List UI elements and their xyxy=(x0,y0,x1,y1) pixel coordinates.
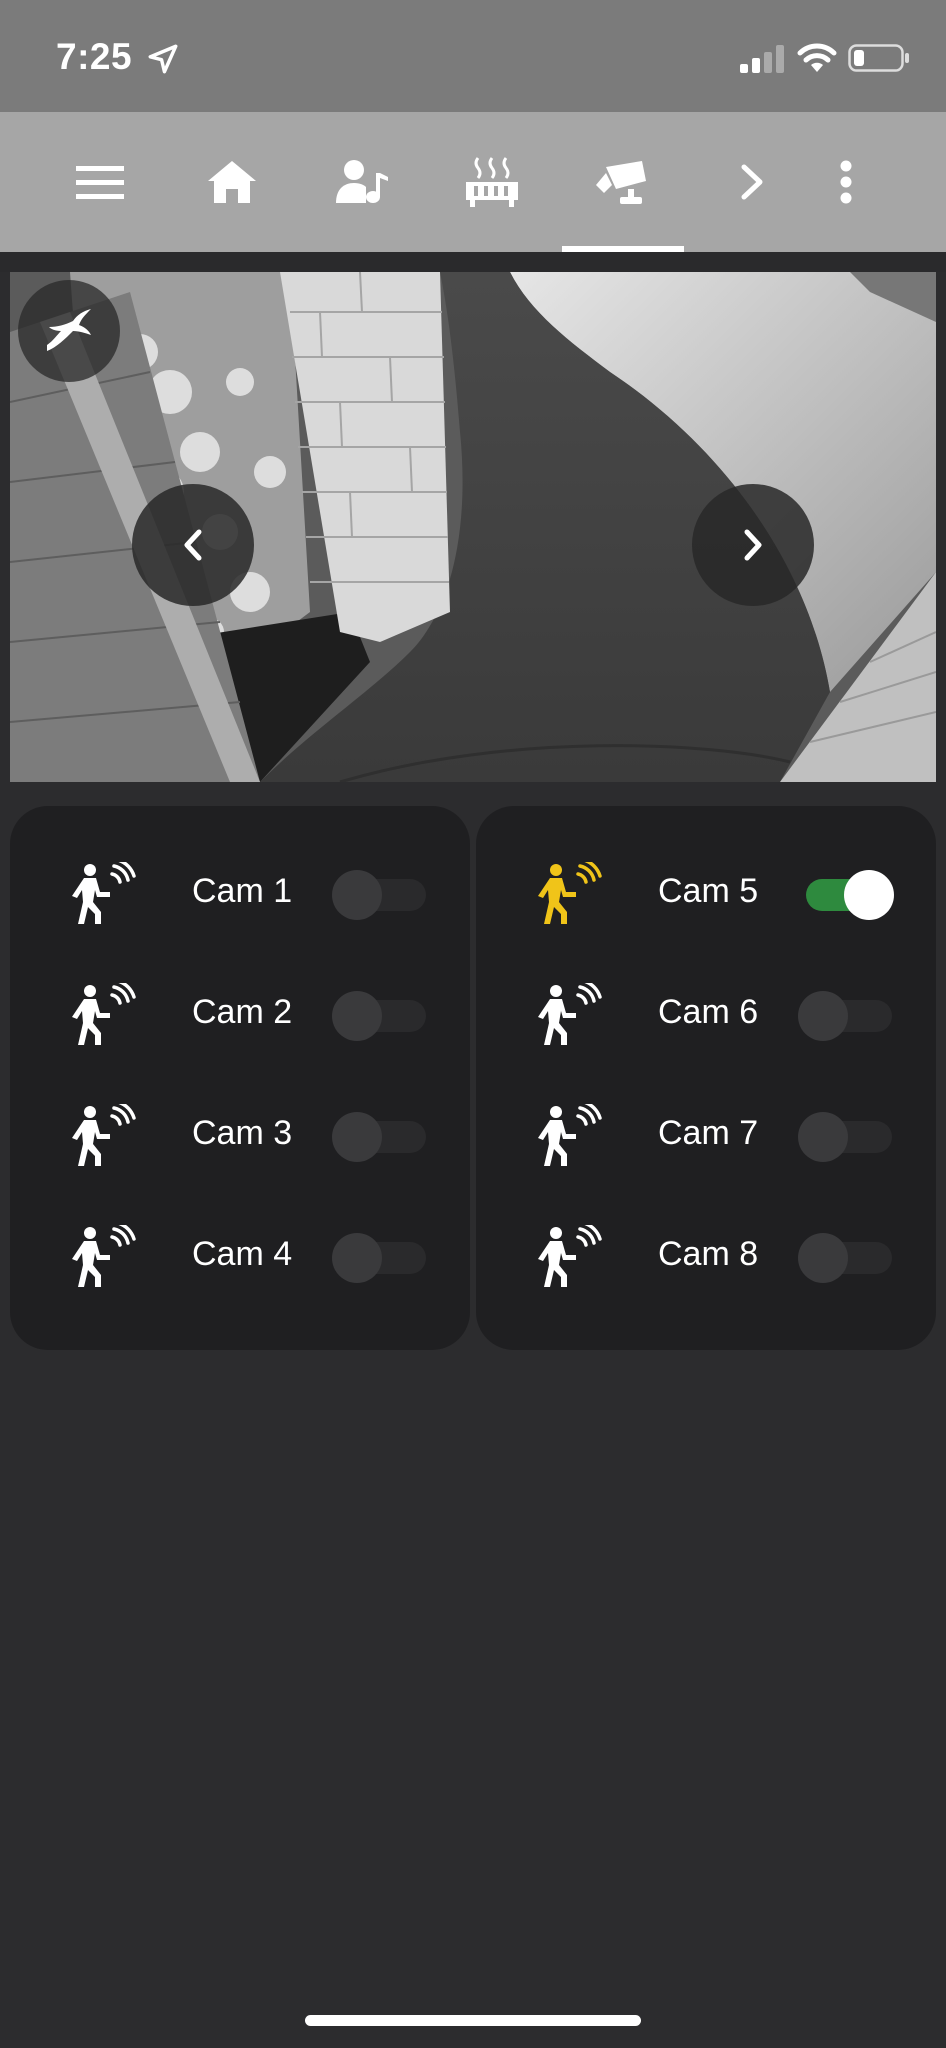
camera-label: Cam 4 xyxy=(192,1235,293,1273)
toggle-knob xyxy=(798,991,848,1041)
camera-logo-button[interactable] xyxy=(18,280,120,382)
more-options-button[interactable] xyxy=(786,112,906,252)
camera-toggle[interactable] xyxy=(332,1112,428,1162)
menu-icon xyxy=(76,166,124,199)
motion-sensor-icon xyxy=(538,862,602,924)
camera-row: Cam 8 xyxy=(476,1195,936,1315)
radiator-icon xyxy=(466,157,518,207)
cellular-signal-icon xyxy=(740,45,784,73)
media-tab[interactable] xyxy=(302,112,422,252)
motion-sensor-icon xyxy=(72,1104,136,1166)
camera-row: Cam 1 xyxy=(10,832,470,952)
camera-toggle[interactable] xyxy=(798,991,894,1041)
camera-toggle[interactable] xyxy=(798,1112,894,1162)
camera-row: Cam 7 xyxy=(476,1074,936,1194)
motion-sensor-icon xyxy=(538,1225,602,1287)
camera-toggle[interactable] xyxy=(332,870,428,920)
home-indicator xyxy=(305,2015,641,2026)
toggle-knob xyxy=(798,1112,848,1162)
chevron-right-icon xyxy=(741,164,763,200)
logo-icon xyxy=(47,309,91,351)
toggle-knob xyxy=(332,1233,382,1283)
camera-label: Cam 5 xyxy=(658,872,759,910)
home-tab[interactable] xyxy=(172,112,292,252)
motion-sensor-icon xyxy=(72,862,136,924)
chevron-right-icon xyxy=(744,529,762,561)
toggle-knob xyxy=(332,991,382,1041)
toggle-knob xyxy=(332,1112,382,1162)
camera-toggle[interactable] xyxy=(798,870,894,920)
motion-sensor-icon xyxy=(72,983,136,1045)
camera-row: Cam 3 xyxy=(10,1074,470,1194)
user-music-icon xyxy=(336,160,388,203)
security-camera-icon xyxy=(596,161,646,204)
camera-toggle[interactable] xyxy=(798,1233,894,1283)
toggle-knob xyxy=(844,870,894,920)
wifi-icon xyxy=(797,43,837,72)
toggle-knob xyxy=(798,1233,848,1283)
status-time: 7:25 xyxy=(56,36,133,77)
camera-row: Cam 2 xyxy=(10,953,470,1073)
camera-row: Cam 4 xyxy=(10,1195,470,1315)
location-arrow-icon xyxy=(148,44,178,74)
previous-camera-button[interactable] xyxy=(132,484,254,606)
battery-icon xyxy=(848,44,909,72)
home-icon xyxy=(208,161,256,203)
camera-row: Cam 6 xyxy=(476,953,936,1073)
camera-toggle[interactable] xyxy=(332,991,428,1041)
motion-sensor-icon xyxy=(538,1104,602,1166)
camera-label: Cam 3 xyxy=(192,1114,293,1152)
toggle-knob xyxy=(332,870,382,920)
menu-button[interactable] xyxy=(40,112,160,252)
camera-row: Cam 5 xyxy=(476,832,936,952)
motion-sensor-icon xyxy=(72,1225,136,1287)
camera-label: Cam 8 xyxy=(658,1235,759,1273)
camera-label: Cam 6 xyxy=(658,993,759,1031)
camera-panel-left: Cam 1 Cam 2 Cam 3 Cam 4 xyxy=(10,806,470,1350)
camera-panel-right: Cam 5 Cam 6 Cam 7 Cam 8 xyxy=(476,806,936,1350)
camera-label: Cam 7 xyxy=(658,1114,759,1152)
more-vertical-icon xyxy=(840,160,852,204)
camera-label: Cam 1 xyxy=(192,872,293,910)
camera-feed[interactable] xyxy=(10,272,936,782)
chevron-left-icon xyxy=(184,529,202,561)
status-bar: 7:25 xyxy=(0,0,946,112)
motion-sensor-icon xyxy=(538,983,602,1045)
next-camera-button[interactable] xyxy=(692,484,814,606)
camera-toggle[interactable] xyxy=(332,1233,428,1283)
camera-label: Cam 2 xyxy=(192,993,293,1031)
heating-tab[interactable] xyxy=(432,112,552,252)
cameras-tab[interactable] xyxy=(562,112,682,252)
top-toolbar xyxy=(0,112,946,252)
